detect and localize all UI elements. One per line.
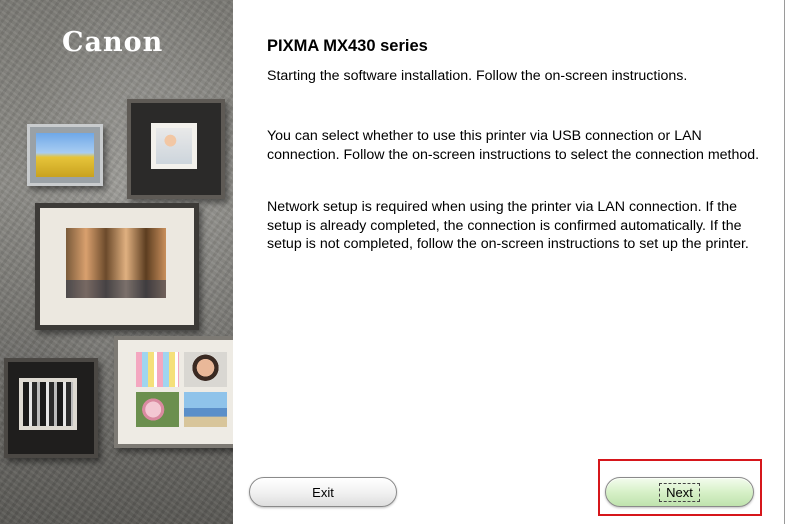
- main-content: PIXMA MX430 series Starting the software…: [233, 0, 785, 524]
- photo-frame-vintage: [4, 358, 98, 458]
- next-button-label: Next: [659, 482, 700, 502]
- photo-frame-family: [35, 203, 199, 330]
- photo-frame-collage: [114, 336, 233, 448]
- canon-logo: Canon: [62, 27, 164, 58]
- exit-button[interactable]: Exit: [249, 477, 397, 507]
- intro-text: Starting the software installation. Foll…: [267, 68, 688, 84]
- decorative-side-panel: Canon: [0, 0, 233, 524]
- page-title: PIXMA MX430 series: [267, 37, 428, 55]
- exit-button-label: Exit: [312, 484, 334, 500]
- photo-frame-landscape: [27, 124, 103, 186]
- photo-frame-baby: [127, 99, 225, 199]
- connection-info-text: You can select whether to use this print…: [267, 128, 760, 163]
- network-setup-text: Network setup is required when using the…: [267, 199, 749, 252]
- next-button[interactable]: Next: [605, 477, 754, 507]
- installer-window: Canon PIXMA MX430 series Starting the so…: [0, 0, 786, 524]
